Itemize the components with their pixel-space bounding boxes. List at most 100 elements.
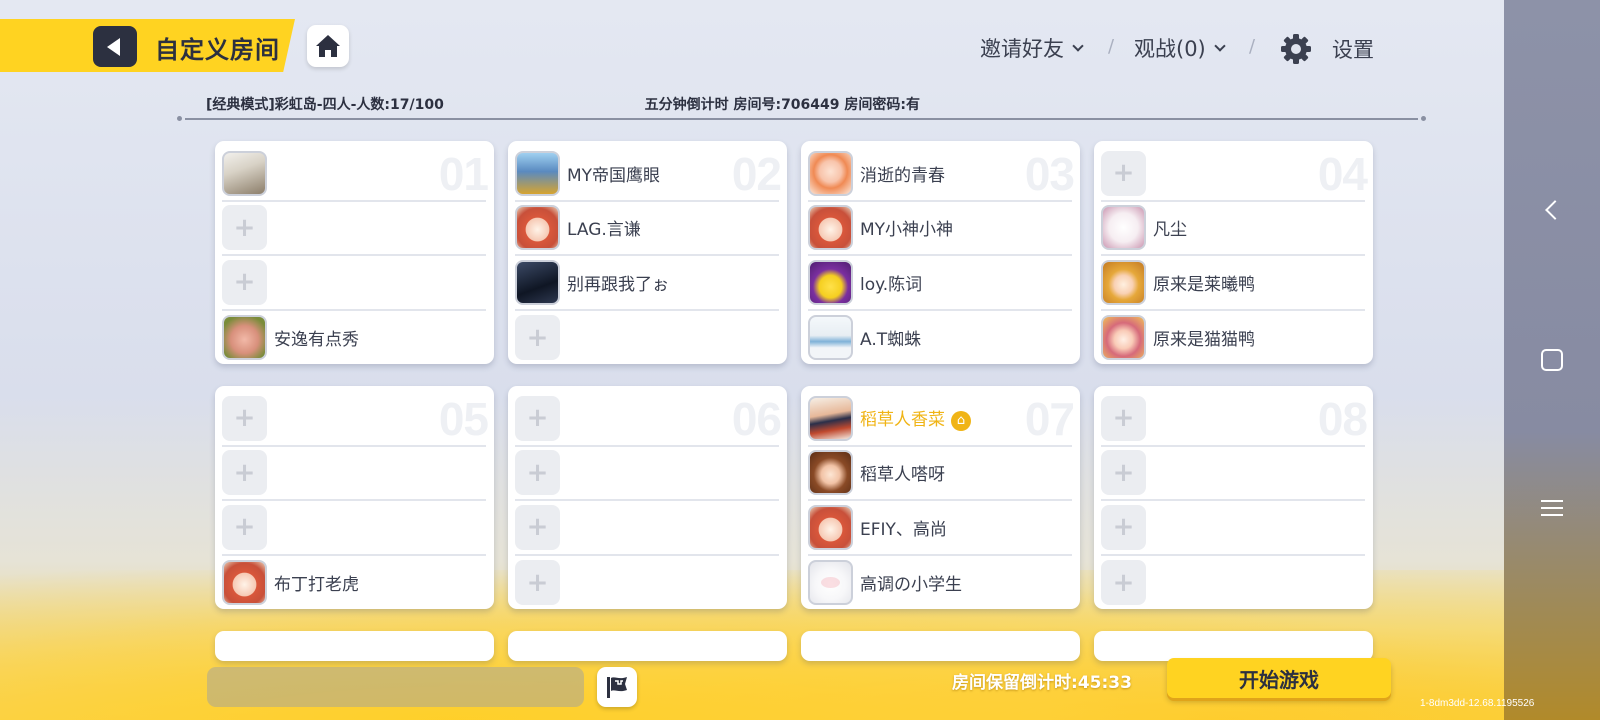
avatar[interactable] [1101,205,1146,251]
flag-button[interactable] [597,667,637,707]
plus-icon[interactable]: + [1101,560,1146,606]
avatar[interactable] [808,450,853,496]
avatar[interactable] [515,205,560,251]
avatar[interactable] [222,150,267,196]
player-slot[interactable]: MY小神小神 [808,202,1072,256]
player-slot[interactable]: + [1101,147,1365,202]
player-slot[interactable]: 消逝的青春 [808,147,1072,202]
plus-icon[interactable]: + [222,205,267,251]
player-slot[interactable]: 安逸有点秀 [222,311,486,366]
nav-menu-button[interactable] [1504,478,1600,538]
player-slot[interactable]: LAG.言谦 [515,202,779,256]
settings-button[interactable]: 设置 [1280,33,1374,65]
player-slot[interactable]: + [1101,501,1365,556]
team-card: 03 消逝的青春 MY小神小神 loy.陈词 A.T蜘蛛 [801,141,1080,364]
game-screen: 自定义房间 邀请好友 / 观战(0) / 设置 [经典模式]彩虹岛-四人-人数:… [0,0,1504,720]
plus-icon[interactable]: + [515,560,560,606]
start-game-button[interactable]: 开始游戏 [1167,658,1391,698]
avatar[interactable] [808,205,853,251]
player-name: 原来是莱曦鸭 [1153,270,1255,295]
player-name: 安逸有点秀 [274,325,359,350]
player-slot[interactable]: 高调の小学生 [808,556,1072,611]
plus-icon[interactable]: + [1101,395,1146,441]
player-name: 原来是猫猫鸭 [1153,325,1255,350]
player-name-text: 原来是猫猫鸭 [1153,330,1255,351]
player-slot[interactable]: + [222,202,486,256]
player-slot[interactable]: + [515,556,779,611]
avatar[interactable] [1101,315,1146,361]
gear-icon [1281,34,1311,64]
chat-input[interactable] [207,667,584,707]
plus-icon[interactable]: + [515,395,560,441]
player-slot[interactable]: + [515,501,779,556]
player-slot[interactable]: 布丁打老虎 [222,556,486,611]
invite-friends-button[interactable]: 邀请好友 [980,33,1084,63]
team-card-partial [801,631,1080,661]
spectate-button[interactable]: 观战(0) [1134,33,1226,63]
player-slot[interactable]: A.T蜘蛛 [808,311,1072,366]
plus-icon[interactable]: + [222,450,267,496]
plus-icon[interactable]: + [222,259,267,305]
avatar[interactable] [222,560,267,606]
chevron-down-icon [1214,39,1226,52]
avatar[interactable] [808,150,853,196]
avatar[interactable] [808,560,853,606]
player-slot[interactable] [222,147,486,202]
player-slot[interactable]: 稻草人嗒呀 [808,447,1072,501]
plus-icon[interactable]: + [515,504,560,550]
player-slot[interactable]: + [222,501,486,556]
spectate-label: 观战(0) [1134,37,1206,61]
avatar[interactable] [1101,259,1146,305]
player-slot[interactable]: loy.陈词 [808,256,1072,311]
player-slot[interactable]: + [1101,556,1365,611]
plus-icon[interactable]: + [515,450,560,496]
player-slot[interactable]: 原来是猫猫鸭 [1101,311,1365,366]
home-button[interactable] [307,25,349,67]
player-slot[interactable]: + [222,256,486,311]
menu-icon [1541,500,1563,516]
start-game-label: 开始游戏 [1239,667,1319,692]
avatar[interactable] [808,395,853,441]
player-name: 凡尘 [1153,215,1187,240]
player-slot[interactable]: + [1101,392,1365,447]
player-slot[interactable]: + [1101,447,1365,501]
player-slot[interactable]: MY帝国鹰眼 [515,147,779,202]
team-card: 08 + + + + [1094,386,1373,609]
player-slot[interactable]: + [515,392,779,447]
plus-icon[interactable]: + [1101,150,1146,196]
player-name-text: 高调の小学生 [860,575,962,596]
player-slot[interactable]: 凡尘 [1101,202,1365,256]
avatar[interactable] [808,315,853,361]
plus-icon[interactable]: + [222,395,267,441]
plus-icon[interactable]: + [1101,504,1146,550]
nav-home-button[interactable] [1504,330,1600,390]
back-button[interactable] [93,26,137,67]
version-label: 1-8dm3dd-12.68.1195526 [1420,698,1535,709]
team-card-partial [215,631,494,661]
page-title: 自定义房间 [155,36,280,64]
player-slot[interactable]: 原来是莱曦鸭 [1101,256,1365,311]
avatar[interactable] [515,259,560,305]
room-details: 五分钟倒计时 房间号:706449 房间密码:有 [644,97,920,113]
plus-icon[interactable]: + [1101,450,1146,496]
plus-icon[interactable]: + [515,315,560,361]
plus-icon[interactable]: + [222,504,267,550]
player-slot[interactable]: + [515,311,779,366]
nav-back-button[interactable] [1504,180,1600,240]
team-card: 05 + + + 布丁打老虎 [215,386,494,609]
player-name-text: MY小神小神 [860,220,954,241]
player-name-text: 稻草人嗒呀 [860,465,945,486]
avatar[interactable] [222,315,267,361]
player-slot[interactable]: + [222,447,486,501]
player-slot[interactable]: 稻草人香菜 ⌂ [808,392,1072,447]
player-name-text: A.T蜘蛛 [860,330,922,351]
avatar[interactable] [515,150,560,196]
player-slot[interactable]: EFIY、高尚 [808,501,1072,556]
player-slot[interactable]: + [222,392,486,447]
avatar[interactable] [808,504,853,550]
chevron-down-icon [1072,39,1084,52]
player-name-text: 别再跟我了ぉ [567,274,669,295]
player-slot[interactable]: 别再跟我了ぉ [515,256,779,311]
player-slot[interactable]: + [515,447,779,501]
avatar[interactable] [808,259,853,305]
